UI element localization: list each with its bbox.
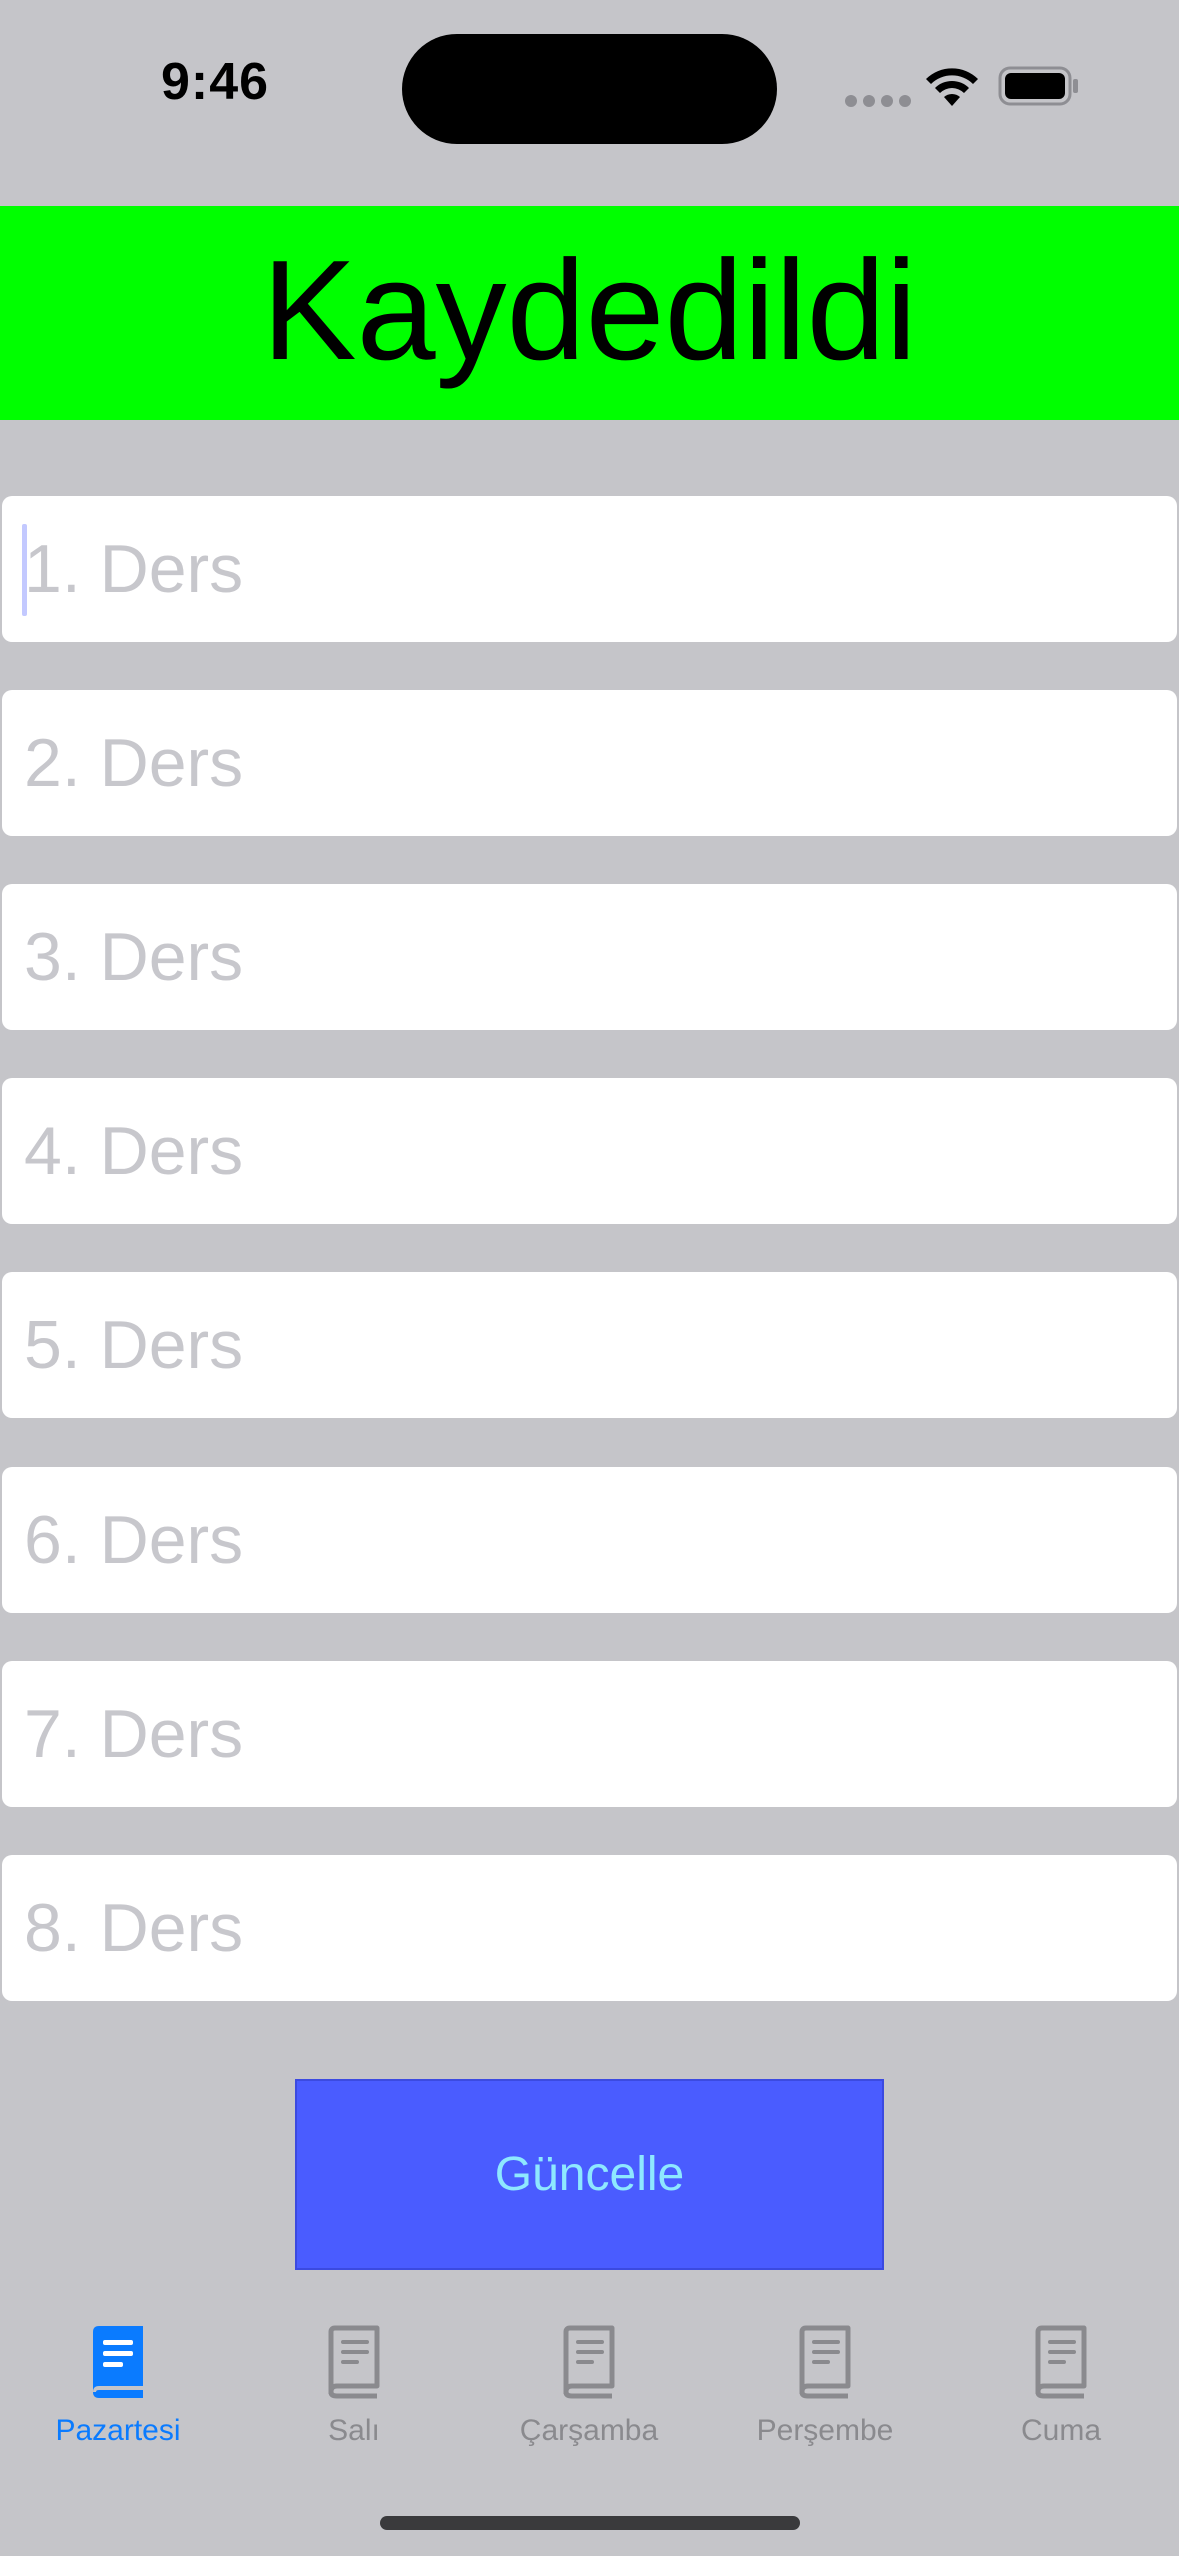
lesson-input-7[interactable] (24, 1661, 1177, 1807)
lesson-input-2[interactable] (24, 690, 1177, 836)
lesson-input-6[interactable] (24, 1467, 1177, 1613)
lesson-field-8[interactable] (2, 1855, 1177, 2001)
home-indicator[interactable] (380, 2516, 800, 2530)
lesson-field-7[interactable] (2, 1661, 1177, 1807)
lesson-input-8[interactable] (24, 1855, 1177, 2001)
tab-cuma[interactable]: Cuma (943, 2300, 1179, 2460)
lesson-field-1[interactable] (2, 496, 1177, 642)
lesson-input-4[interactable] (24, 1078, 1177, 1224)
cellular-signal-icon (845, 95, 911, 107)
tab-bar: Pazartesi Salı Çarşamba Perşembe Cuma (0, 2300, 1179, 2460)
tab-label: Perşembe (756, 2414, 894, 2447)
saved-banner: Kaydedildi (0, 206, 1179, 420)
wifi-icon (926, 68, 978, 106)
battery-icon (998, 66, 1078, 106)
book-icon (799, 2325, 851, 2399)
tab-label: Salı (328, 2414, 380, 2447)
update-button[interactable]: Güncelle (295, 2079, 884, 2270)
status-time: 9:46 (160, 53, 270, 111)
tab-label: Cuma (1020, 2414, 1102, 2447)
book-icon (563, 2325, 615, 2399)
lesson-field-4[interactable] (2, 1078, 1177, 1224)
lesson-field-5[interactable] (2, 1272, 1177, 1418)
lesson-input-5[interactable] (24, 1272, 1177, 1418)
update-button-label: Güncelle (494, 2148, 685, 2201)
tab-carsamba[interactable]: Çarşamba (471, 2300, 707, 2460)
banner-text: Kaydedildi (261, 231, 918, 390)
tab-persembe[interactable]: Perşembe (707, 2300, 943, 2460)
tab-pazartesi[interactable]: Pazartesi (0, 2300, 236, 2460)
text-caret (22, 524, 27, 616)
dynamic-island (402, 34, 777, 144)
lesson-field-6[interactable] (2, 1467, 1177, 1613)
book-icon (1035, 2325, 1087, 2399)
lesson-input-1[interactable] (24, 496, 1177, 642)
tab-sali[interactable]: Salı (236, 2300, 472, 2460)
lesson-field-3[interactable] (2, 884, 1177, 1030)
lesson-input-3[interactable] (24, 884, 1177, 1030)
lesson-field-2[interactable] (2, 690, 1177, 836)
tab-label: Çarşamba (519, 2414, 659, 2447)
tab-label: Pazartesi (55, 2414, 181, 2447)
book-icon (93, 2326, 143, 2398)
book-icon (328, 2325, 380, 2399)
